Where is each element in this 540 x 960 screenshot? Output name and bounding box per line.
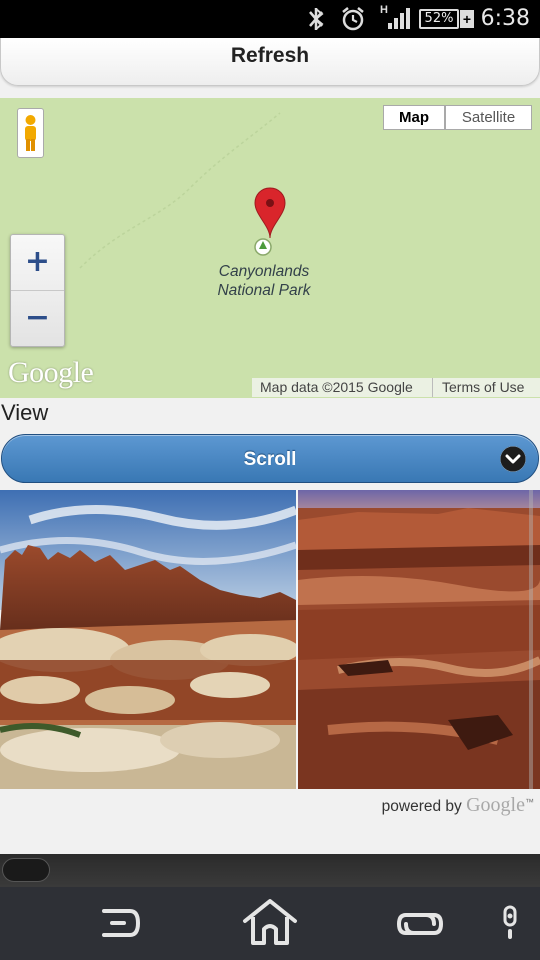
map-place-label-line2: National Park — [217, 282, 311, 299]
photo-strip[interactable] — [0, 490, 540, 789]
recent-apps-icon[interactable] — [396, 905, 444, 943]
charging-icon: + — [460, 10, 474, 28]
map-data-attribution: Map data ©2015 Google — [260, 379, 413, 395]
signal-strength-icon — [388, 8, 410, 29]
powered-by-brand: Google — [466, 794, 525, 816]
menu-icon[interactable] — [500, 905, 520, 945]
alarm-icon — [342, 7, 364, 31]
horizontal-scrollbar-thumb[interactable] — [2, 858, 50, 882]
bluetooth-off-icon — [309, 8, 324, 30]
map-attribution-bar: Map data ©2015 Google Terms of Use — [252, 378, 540, 397]
terms-of-use-link[interactable]: Terms of Use — [432, 378, 524, 397]
clock: 6:38 — [480, 6, 530, 31]
zoom-out-button[interactable]: − — [11, 291, 64, 347]
view-select-value: Scroll — [243, 449, 297, 470]
zoom-control: + − — [10, 234, 65, 347]
powered-by-google: powered by Google™ — [382, 794, 534, 817]
trademark-symbol: ™ — [525, 796, 534, 807]
chevron-down-icon — [500, 446, 526, 472]
street-view-pegman-icon[interactable] — [17, 108, 44, 158]
navigation-bar — [0, 887, 540, 960]
horizontal-scrollbar — [0, 854, 540, 887]
map-place-label-line1: Canyonlands — [218, 263, 310, 280]
view-label: View — [1, 400, 49, 425]
powered-by-text: powered by — [381, 798, 462, 815]
refresh-button[interactable]: Refresh — [0, 38, 540, 86]
home-icon[interactable] — [241, 897, 299, 947]
map-type-satellite-button[interactable]: Satellite — [445, 105, 532, 130]
photo-strip-scrollbar[interactable] — [529, 490, 533, 789]
map-place-label: Canyonlands National Park — [190, 262, 338, 300]
google-logo[interactable]: Google — [8, 356, 94, 390]
zoom-in-button[interactable]: + — [11, 235, 64, 291]
map-view[interactable]: Map Satellite + − Canyonlands National P… — [0, 98, 540, 398]
map-type-map-button[interactable]: Map — [383, 105, 445, 130]
canyonlands-needles-photo[interactable] — [0, 490, 296, 789]
view-select[interactable]: Scroll — [1, 434, 539, 483]
status-bar: H 52% + 6:38 — [0, 0, 540, 38]
map-marker-icon[interactable] — [253, 186, 287, 258]
back-icon[interactable] — [98, 901, 142, 945]
canyonlands-island-in-the-sky-photo[interactable] — [298, 490, 540, 789]
battery-icon: 52% — [419, 9, 459, 29]
